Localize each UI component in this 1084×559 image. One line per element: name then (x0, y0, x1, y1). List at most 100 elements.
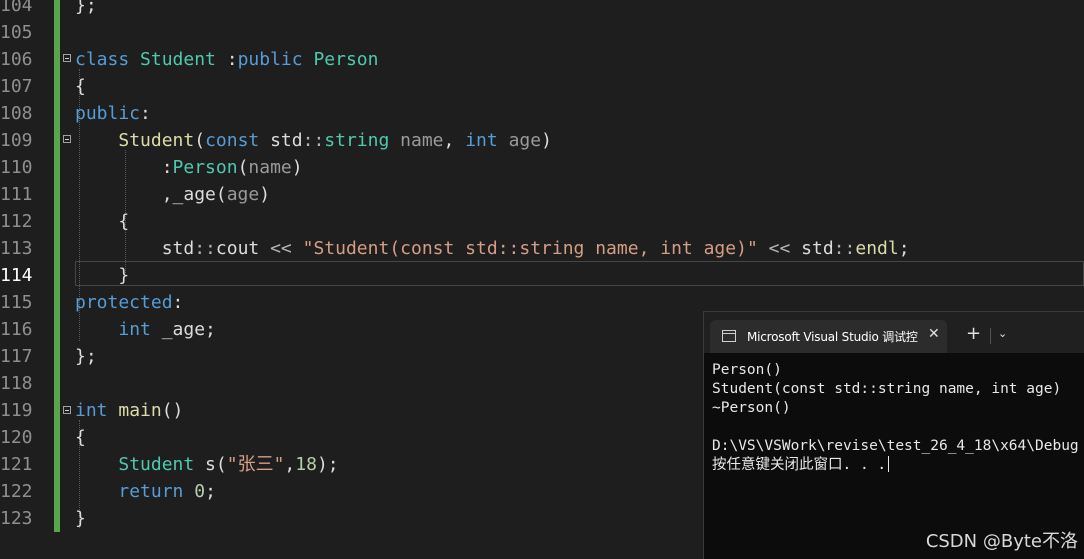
code-token: { (75, 211, 130, 232)
code-text: { (75, 73, 86, 100)
code-token: main (118, 400, 162, 421)
code-token: ) (541, 130, 552, 151)
code-line[interactable]: 104}; (0, 0, 1084, 19)
code-token: : (172, 292, 184, 313)
line-number: 105 (0, 22, 33, 43)
code-token: << (270, 238, 292, 259)
code-line[interactable]: 109 Student(const std::string name, int … (0, 127, 1084, 154)
line-number: 115 (0, 292, 33, 313)
code-token: ( (194, 130, 206, 151)
code-token: : (215, 49, 238, 70)
code-token: "Student(const std::string name, int age… (302, 238, 758, 259)
code-text: { (75, 424, 86, 451)
code-token: const (205, 130, 260, 151)
code-text: Student s("张三",18); (75, 451, 338, 478)
line-number: 104 (0, 0, 33, 16)
console-tab-bar: Microsoft Visual Studio 调试控 ✕ + ⌄ (704, 312, 1084, 353)
code-token: } (75, 265, 130, 286)
line-number: 107 (0, 76, 33, 97)
code-token: ) (259, 184, 271, 205)
code-line[interactable]: 107 { (0, 73, 1084, 100)
code-token: 0 (194, 481, 206, 502)
code-token: s( (194, 454, 227, 475)
watermark: CSDN @Byte不洛 (925, 531, 1078, 552)
code-line[interactable]: 114 } (0, 262, 1084, 289)
code-token: : (75, 157, 173, 178)
code-token: string (324, 130, 390, 151)
line-number: 109 (0, 130, 33, 151)
code-token: "张三" (226, 454, 285, 475)
code-token: : (140, 103, 151, 124)
line-number: 118 (0, 373, 33, 394)
code-token: std (259, 130, 303, 151)
code-token: return (118, 481, 184, 502)
code-token: _age; (150, 319, 216, 340)
code-token: age (508, 130, 542, 151)
code-token: Student (118, 130, 195, 151)
code-token: Student (140, 49, 216, 70)
console-output-line: ~Person() (712, 400, 791, 416)
line-number: 108 (0, 103, 33, 124)
code-token: ; (898, 238, 910, 259)
code-text: return 0; (75, 478, 216, 505)
collapse-main-icon[interactable] (63, 406, 71, 414)
collapse-constructor-icon[interactable] (63, 135, 71, 143)
code-text: Student(const std::string name, int age) (75, 127, 552, 154)
code-line[interactable]: 106 class Student :public Person (0, 46, 1084, 73)
code-token: }; (75, 0, 97, 16)
code-text: protected: (75, 289, 183, 316)
code-line[interactable]: 113 std::cout << "Student(const std::str… (0, 235, 1084, 262)
code-token: ) (291, 157, 303, 178)
code-token: Person (172, 157, 238, 178)
debug-console-window[interactable]: Microsoft Visual Studio 调试控 ✕ + ⌄ Person… (703, 311, 1084, 559)
code-line[interactable]: 110 :Person(name) (0, 154, 1084, 181)
new-tab-icon[interactable]: + (966, 325, 981, 343)
code-token: }; (75, 346, 97, 367)
code-token: << (768, 238, 791, 259)
code-token: std (75, 238, 195, 259)
code-line[interactable]: 111 ,_age(age) (0, 181, 1084, 208)
code-token: name (400, 130, 444, 151)
code-token: Person (313, 49, 379, 70)
code-text: int _age; (75, 316, 216, 343)
code-token: name (248, 157, 292, 178)
code-token: :: (194, 238, 216, 259)
code-token: 18 (295, 454, 317, 475)
console-tab-title: Microsoft Visual Studio 调试控 (747, 330, 918, 344)
console-prompt-line: 按任意键关闭此窗口. . . (712, 456, 890, 475)
tab-dropdown-icon[interactable]: ⌄ (998, 327, 1007, 340)
code-line[interactable]: 108 public: (0, 100, 1084, 127)
code-token: ,_age( (75, 184, 227, 205)
code-text: }; (75, 343, 97, 370)
line-number: 110 (0, 157, 33, 178)
console-tab[interactable]: Microsoft Visual Studio 调试控 ✕ (710, 320, 947, 353)
code-token: , (284, 454, 296, 475)
code-token: } (75, 508, 86, 529)
line-number: 111 (0, 184, 33, 205)
code-token: { (75, 427, 86, 448)
line-number: 121 (0, 454, 33, 475)
console-app-icon (722, 330, 736, 342)
collapse-class-icon[interactable] (63, 54, 71, 62)
code-text: class Student :public Person (75, 46, 378, 73)
text-caret (888, 456, 890, 472)
code-token: cout (215, 238, 271, 259)
code-token: ; (205, 481, 216, 502)
code-token: , (443, 130, 466, 151)
code-token: int (118, 319, 151, 340)
line-number: 122 (0, 481, 33, 502)
code-line[interactable]: 105 (0, 19, 1084, 46)
code-text: :Person(name) (75, 154, 303, 181)
line-number: 113 (0, 238, 33, 259)
code-text: std::cout << "Student(const std::string … (75, 235, 910, 262)
code-line[interactable]: 112 { (0, 208, 1084, 235)
line-number: 120 (0, 427, 33, 448)
close-tab-icon[interactable]: ✕ (928, 326, 940, 342)
